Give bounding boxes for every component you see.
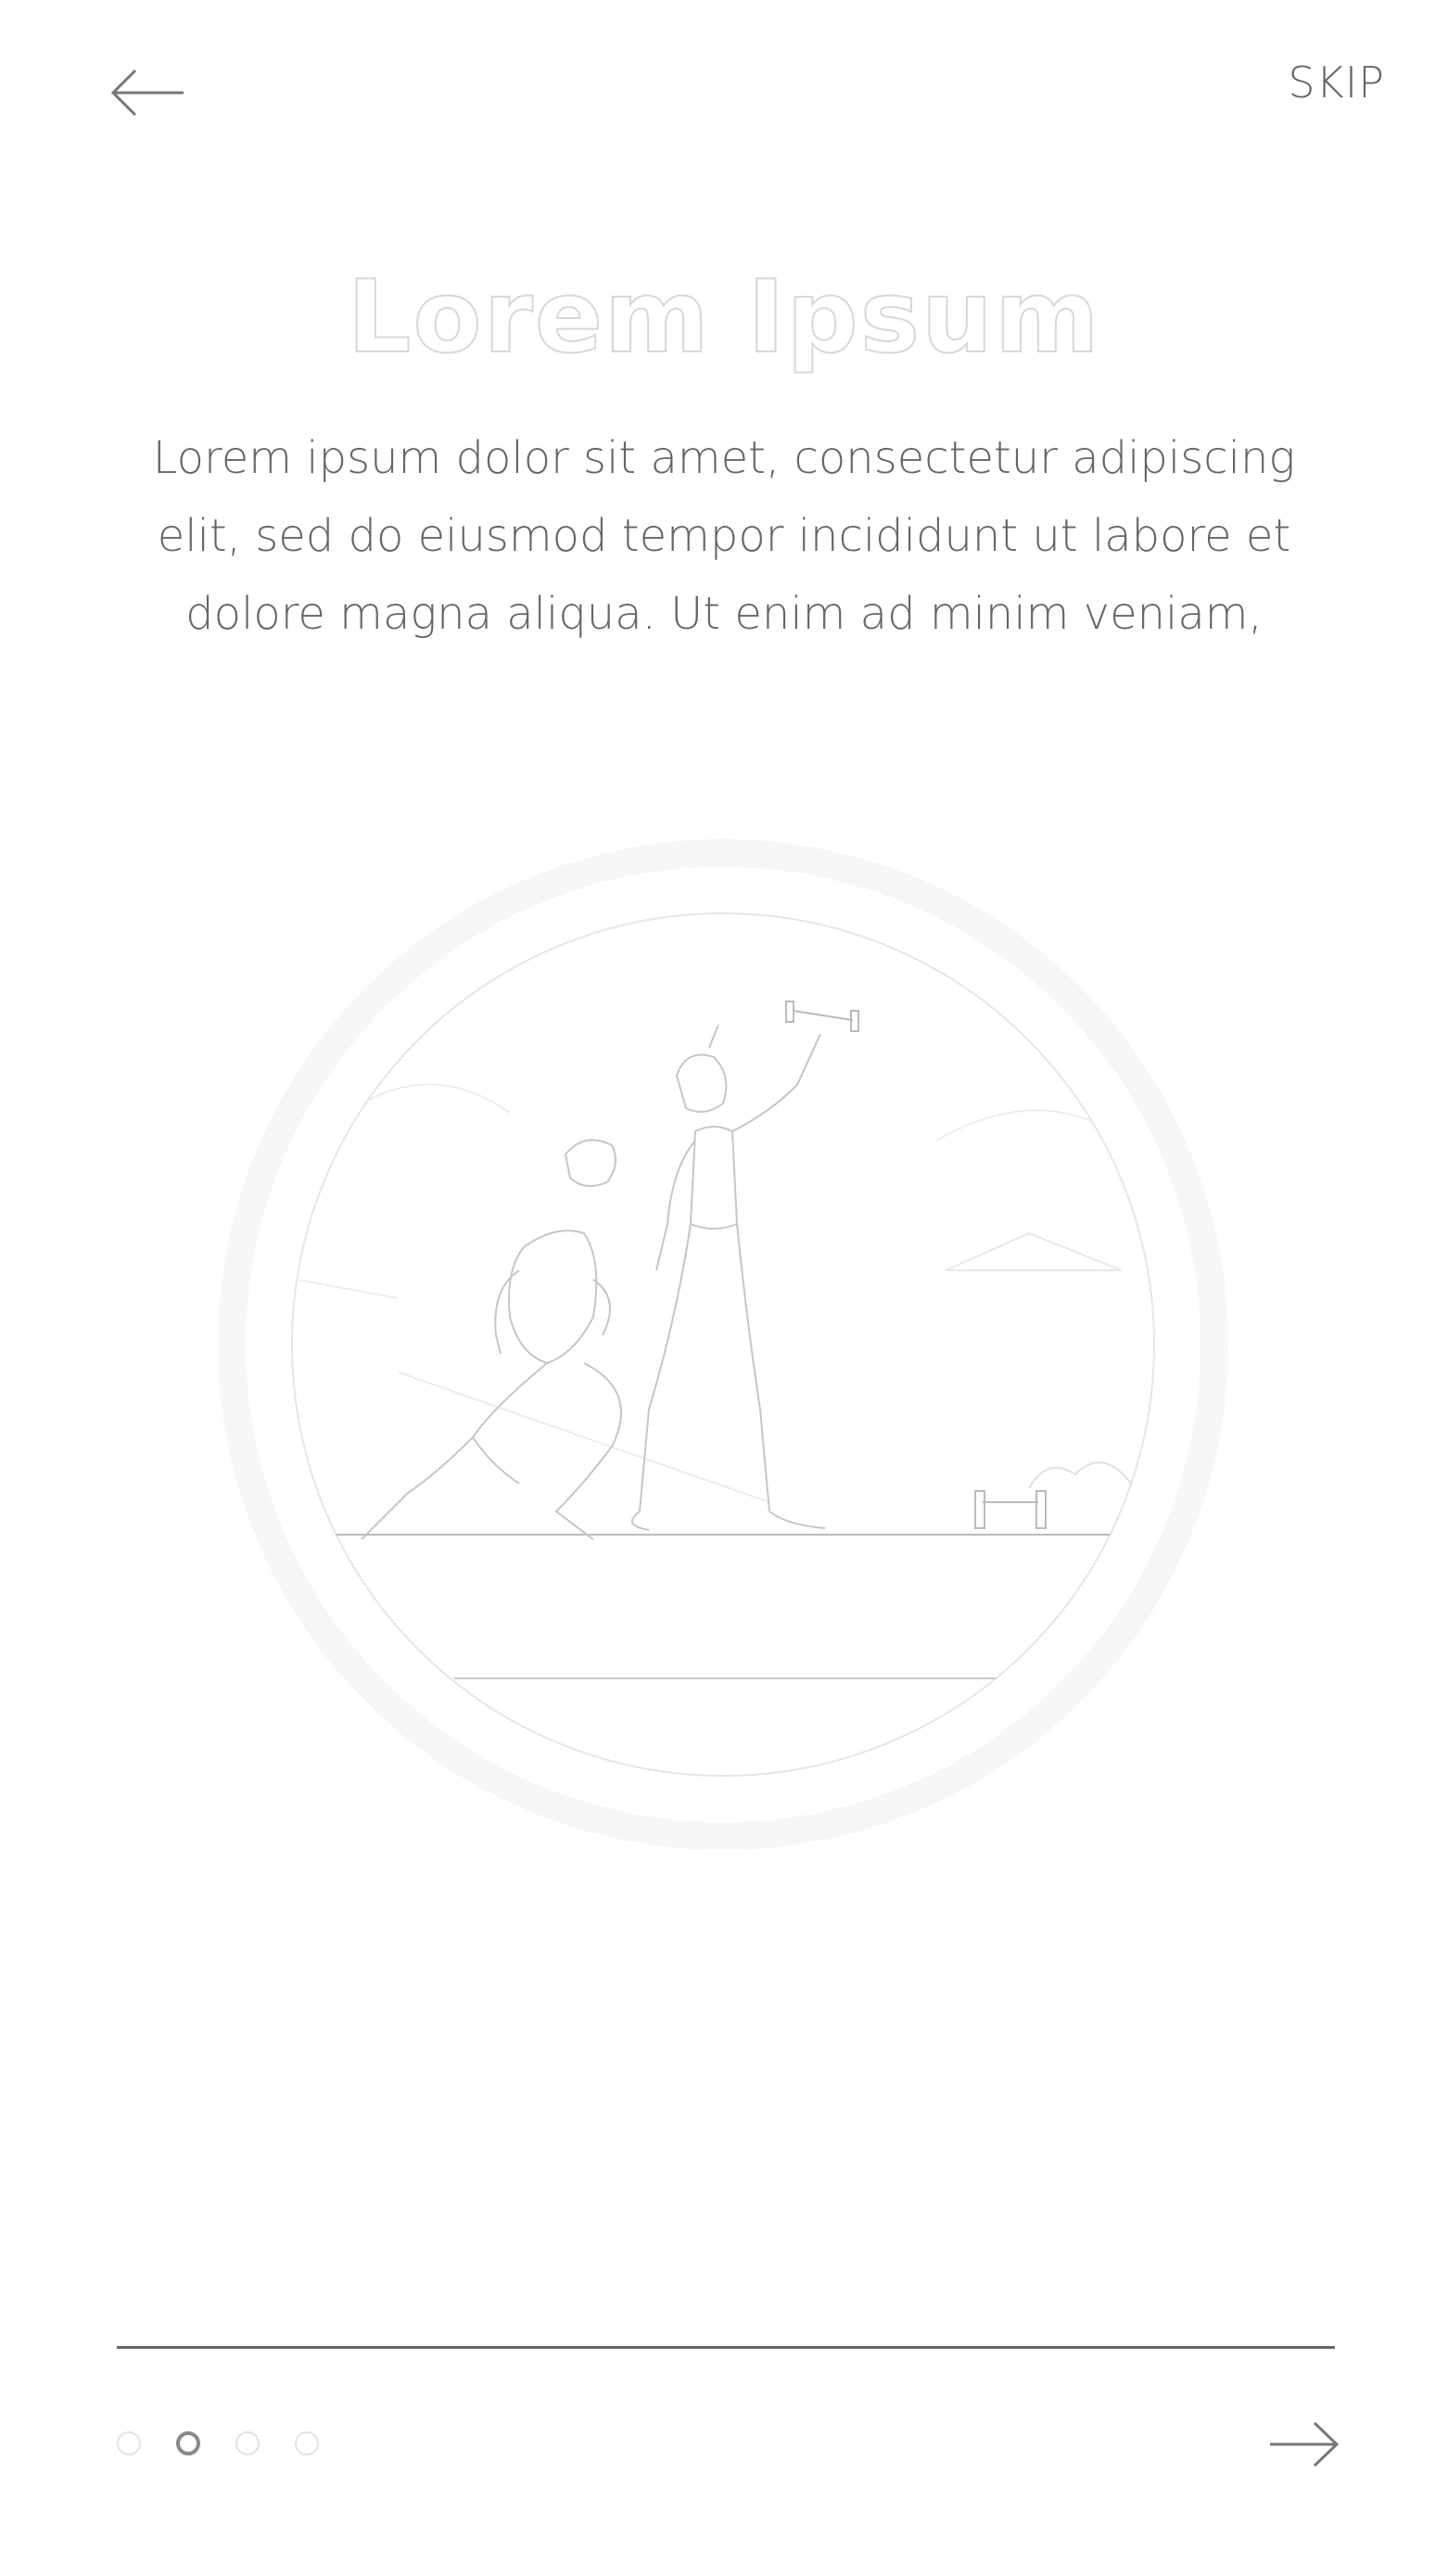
arrow-left-icon <box>110 69 184 117</box>
page-dot-4[interactable] <box>295 2431 319 2455</box>
page-dot-3[interactable] <box>235 2431 260 2455</box>
page-indicator <box>117 2431 319 2455</box>
next-button[interactable] <box>1268 2418 1340 2470</box>
page-dot-2-active[interactable] <box>176 2431 200 2455</box>
skip-button[interactable]: SKIP <box>1288 57 1385 108</box>
footer-divider <box>117 2346 1335 2349</box>
page-description: Lorem ipsum dolor sit amet, consectetur … <box>152 432 1296 640</box>
fitness-illustration <box>213 835 1233 1855</box>
scene-circle <box>291 912 1155 1777</box>
page-title: Lorem Ipsum <box>347 259 1101 376</box>
back-button[interactable] <box>109 65 187 121</box>
page-dot-1[interactable] <box>117 2431 141 2455</box>
arrow-right-icon <box>1270 2421 1340 2468</box>
